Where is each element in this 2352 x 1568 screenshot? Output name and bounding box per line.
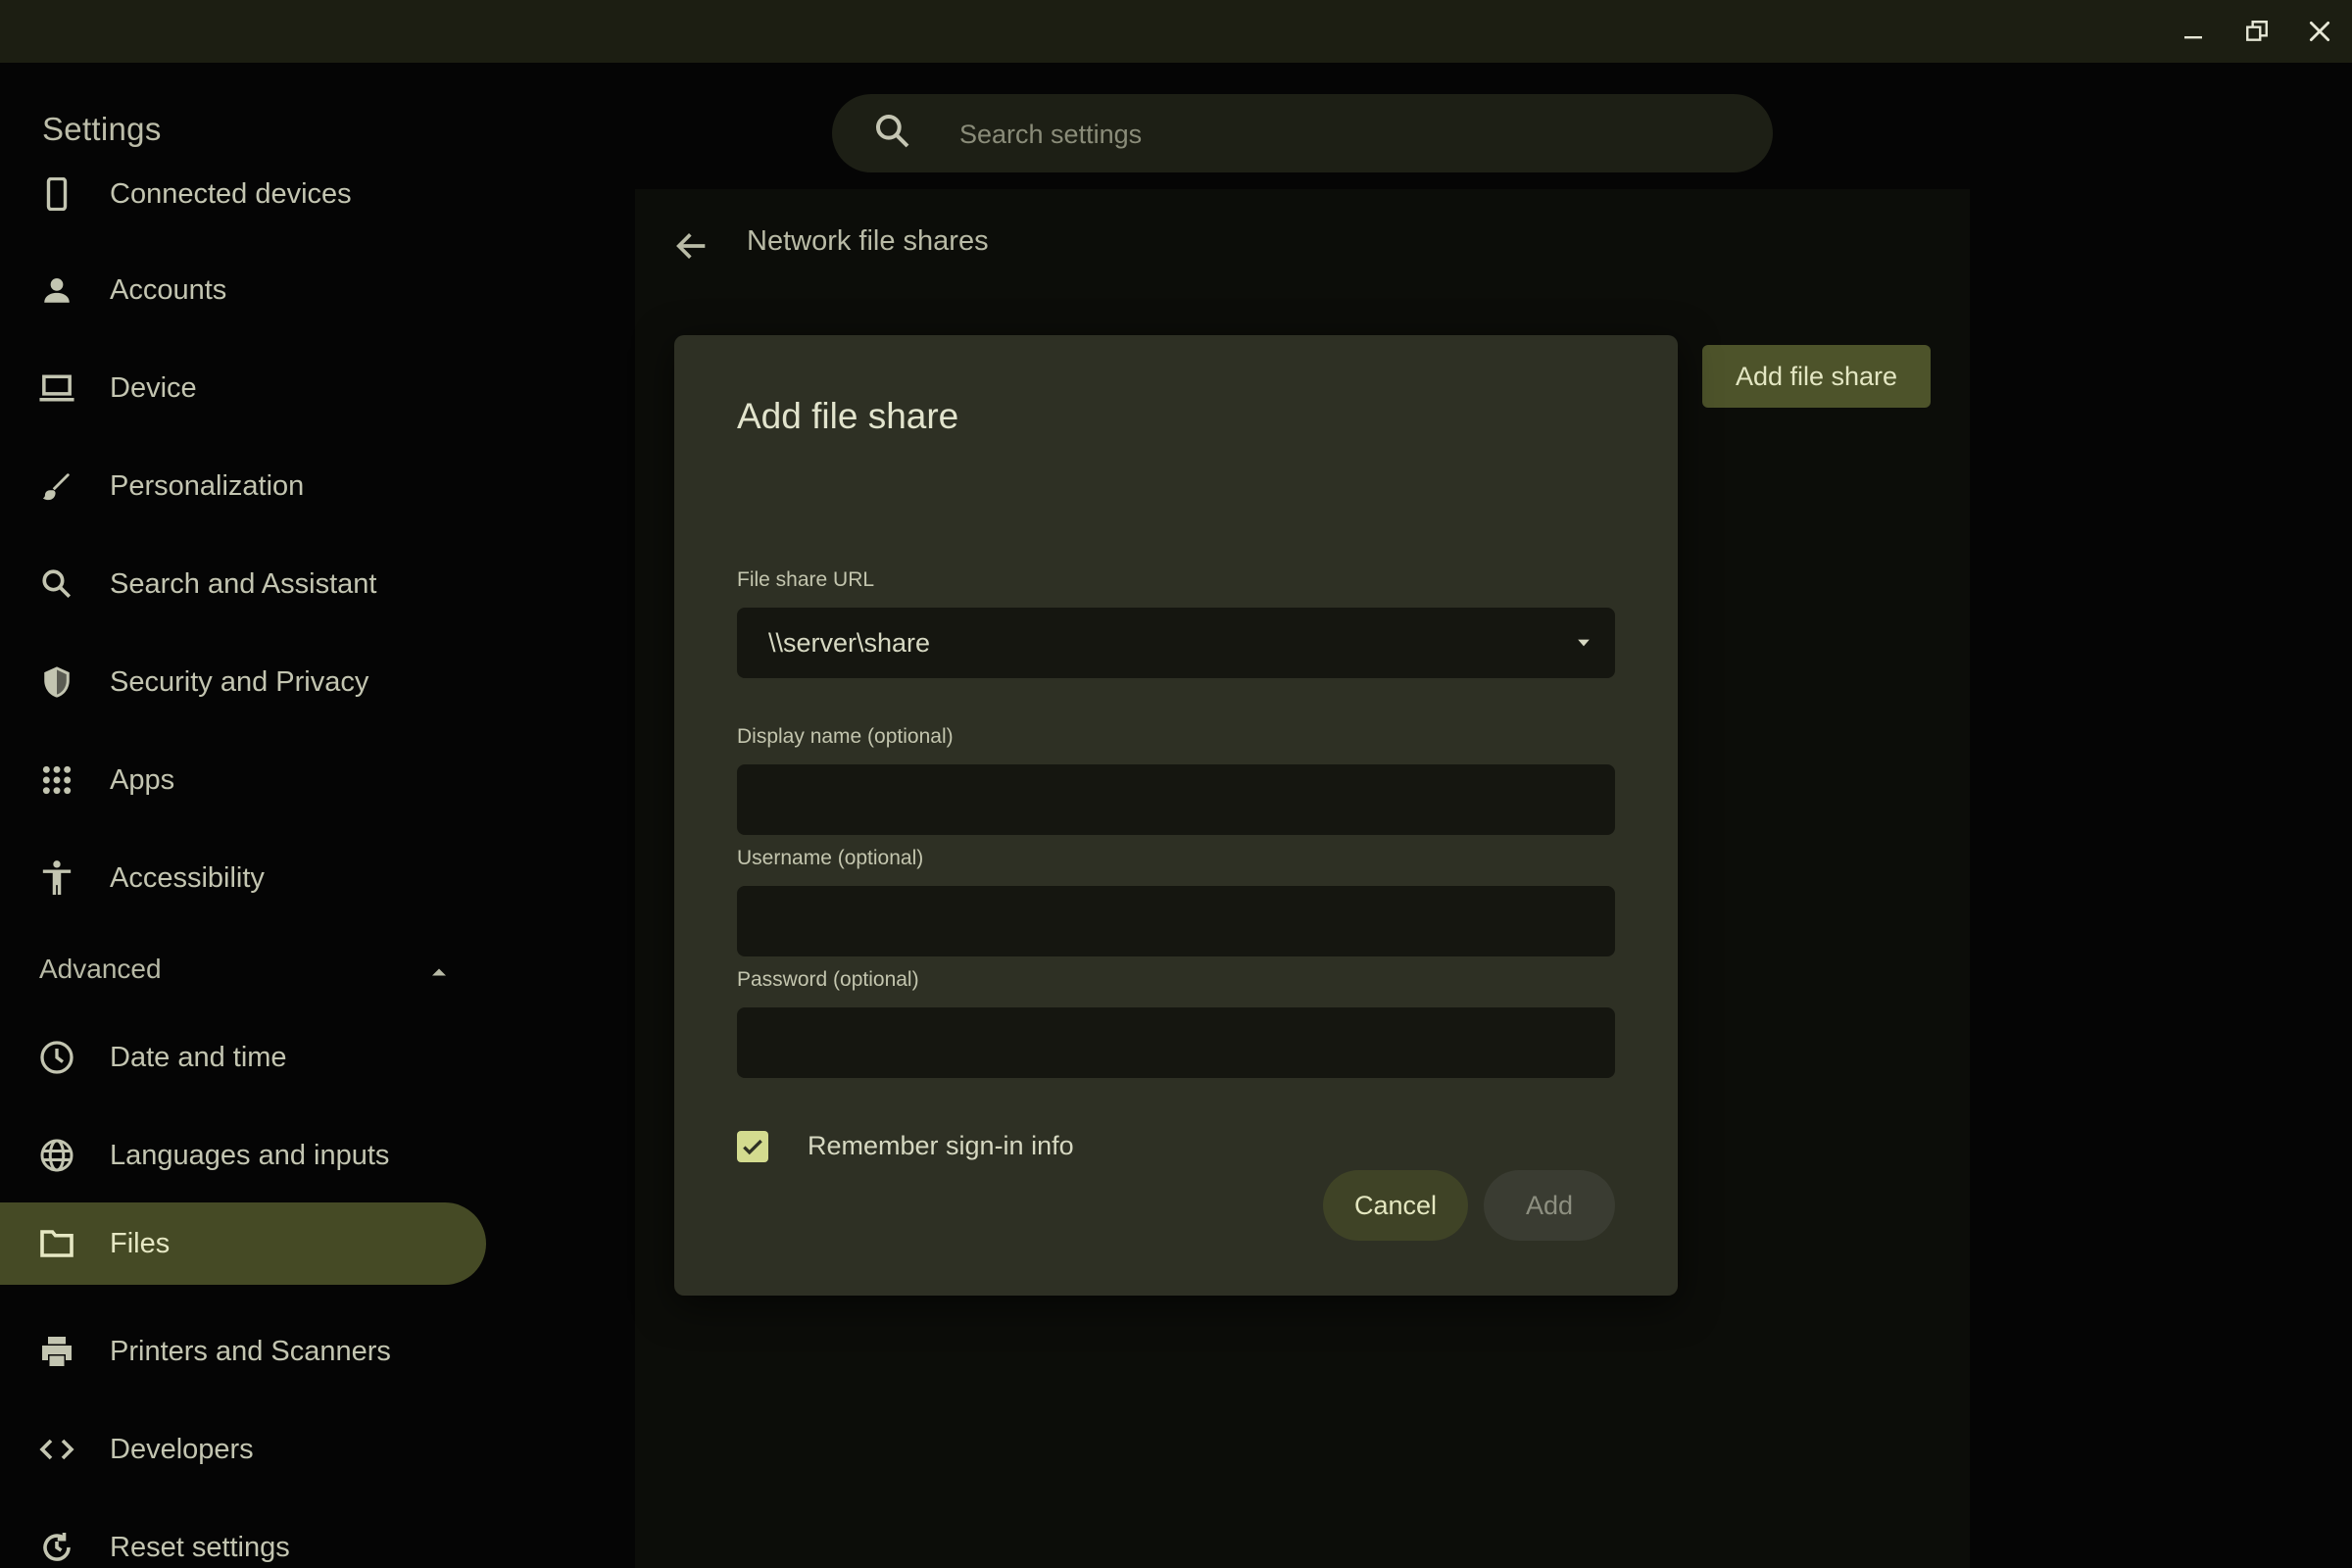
add-button[interactable]: Add	[1484, 1170, 1615, 1241]
search-icon	[37, 564, 76, 604]
sidebar-item-label: Connected devices	[110, 177, 352, 210]
phone-icon	[37, 174, 76, 214]
code-icon	[37, 1430, 76, 1469]
sidebar-item-connected-devices[interactable]: Connected devices	[0, 153, 490, 235]
add-file-share-button[interactable]: Add file share	[1702, 345, 1931, 408]
shield-icon	[37, 662, 76, 702]
sidebar-item-label: Accessibility	[110, 861, 265, 894]
remember-sign-in-checkbox[interactable]	[737, 1131, 768, 1162]
laptop-icon	[37, 368, 76, 408]
sidebar-item-date-and-time[interactable]: Date and time	[0, 1016, 490, 1099]
sidebar-item-label: Printers and Scanners	[110, 1335, 391, 1367]
chevron-up-icon	[425, 958, 453, 986]
username-field[interactable]	[737, 886, 1615, 956]
sidebar-item-device[interactable]: Device	[0, 347, 490, 429]
person-icon	[37, 270, 76, 310]
sidebar-item-label: Reset settings	[110, 1531, 290, 1563]
reset-icon	[37, 1528, 76, 1567]
sidebar-item-files[interactable]: Files	[0, 1202, 486, 1285]
sidebar-item-label: Apps	[110, 763, 175, 796]
search-bar[interactable]	[832, 94, 1773, 172]
page-title: Network file shares	[747, 225, 989, 257]
search-icon	[873, 112, 916, 155]
file-share-url-field[interactable]	[737, 608, 1615, 678]
password-field[interactable]	[737, 1007, 1615, 1078]
sidebar-item-languages-and-inputs[interactable]: Languages and inputs	[0, 1114, 490, 1197]
sidebar-item-apps[interactable]: Apps	[0, 739, 490, 821]
close-icon[interactable]	[2300, 12, 2339, 51]
title-bar	[0, 0, 2352, 63]
sidebar-item-reset-settings[interactable]: Reset settings	[0, 1506, 490, 1568]
display-name-label: Display name (optional)	[737, 725, 954, 748]
minimize-icon[interactable]	[2174, 12, 2213, 51]
sidebar-item-label: Languages and inputs	[110, 1139, 390, 1171]
file-share-url-label: File share URL	[737, 568, 875, 591]
back-arrow-icon[interactable]	[666, 220, 717, 271]
accessibility-icon	[37, 858, 76, 898]
add-file-share-dialog: Add file share File share URL Display na…	[674, 335, 1678, 1296]
sidebar-item-label: Accounts	[110, 273, 227, 306]
dialog-title: Add file share	[737, 396, 959, 436]
sidebar-item-developers[interactable]: Developers	[0, 1408, 490, 1491]
printer-icon	[37, 1332, 76, 1371]
remember-sign-in-label[interactable]: Remember sign-in info	[808, 1131, 1074, 1161]
sidebar-item-label: Date and time	[110, 1041, 287, 1073]
file-share-url-input[interactable]	[737, 608, 1615, 678]
username-label: Username (optional)	[737, 847, 924, 869]
display-name-field[interactable]	[737, 764, 1615, 835]
sidebar-item-label: Developers	[110, 1433, 254, 1465]
sidebar: Connected devices Accounts Device Person…	[0, 63, 635, 1568]
dropdown-arrow-icon[interactable]	[1574, 633, 1593, 653]
sidebar-item-accounts[interactable]: Accounts	[0, 249, 490, 331]
sidebar-item-label: Personalization	[110, 469, 305, 502]
advanced-label: Advanced	[39, 954, 162, 984]
search-input[interactable]	[957, 110, 1726, 159]
sidebar-item-label: Files	[110, 1227, 171, 1259]
password-input[interactable]	[737, 1007, 1615, 1078]
apps-grid-icon	[37, 760, 76, 800]
globe-icon	[37, 1136, 76, 1175]
sidebar-item-label: Security and Privacy	[110, 665, 369, 698]
clock-icon	[37, 1038, 76, 1077]
sidebar-item-printers-and-scanners[interactable]: Printers and Scanners	[0, 1310, 490, 1393]
sidebar-item-label: Search and Assistant	[110, 567, 377, 600]
sidebar-item-accessibility[interactable]: Accessibility	[0, 837, 490, 919]
password-label: Password (optional)	[737, 968, 919, 991]
app-title: Settings	[42, 111, 162, 147]
brush-icon	[37, 466, 76, 506]
sidebar-item-security-and-privacy[interactable]: Security and Privacy	[0, 641, 490, 723]
username-input[interactable]	[737, 886, 1615, 956]
sidebar-item-personalization[interactable]: Personalization	[0, 445, 490, 527]
folder-icon	[37, 1224, 76, 1263]
display-name-input[interactable]	[737, 764, 1615, 835]
restore-icon[interactable]	[2237, 12, 2277, 51]
sidebar-item-label: Device	[110, 371, 197, 404]
advanced-section-toggle[interactable]: Advanced	[0, 939, 461, 1004]
sidebar-item-search-and-assistant[interactable]: Search and Assistant	[0, 543, 490, 625]
cancel-button[interactable]: Cancel	[1323, 1170, 1468, 1241]
